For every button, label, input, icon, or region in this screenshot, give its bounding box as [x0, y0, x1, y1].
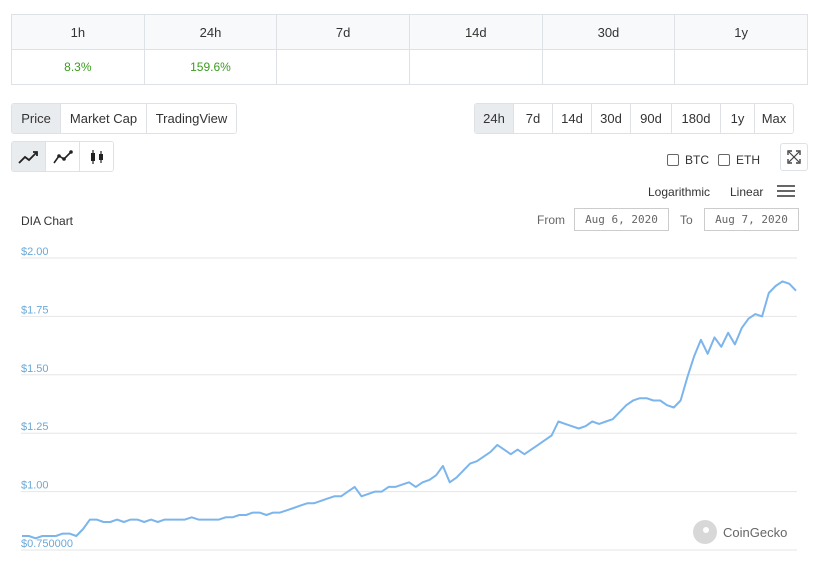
compare-eth-label: ETH [736, 153, 760, 167]
range-max-button[interactable]: Max [755, 104, 793, 133]
perf-header-24h: 24h [143, 14, 278, 50]
compare-btc-checkbox[interactable]: BTC [667, 153, 709, 167]
performance-header-row: 1h 24h 7d 14d 30d 1y [11, 14, 808, 50]
perf-value-14d [408, 49, 543, 85]
from-label: From [537, 213, 565, 227]
chart-type-selector [11, 141, 114, 172]
range-7d-button[interactable]: 7d [514, 104, 553, 133]
coingecko-logo-icon [693, 520, 717, 544]
tab-tradingview[interactable]: TradingView [147, 104, 236, 133]
compare-btc-label: BTC [685, 153, 709, 167]
perf-value-1h: 8.3% [11, 49, 145, 85]
perf-value-1y [674, 49, 808, 85]
perf-value-24h: 159.6% [143, 49, 278, 85]
linear-scale-button[interactable]: Linear [730, 185, 763, 199]
y-tick-label: $1.00 [21, 480, 49, 492]
performance-table: 1h 24h 7d 14d 30d 1y 8.3% 159.6% [11, 14, 808, 85]
logarithmic-scale-button[interactable]: Logarithmic [648, 185, 710, 199]
perf-header-1h: 1h [11, 14, 145, 50]
line-chart-icon[interactable] [12, 142, 46, 171]
price-chart: $2.00 $1.75 $1.50 $1.25 $1.00 $0.750000 [21, 246, 797, 551]
y-tick-label: $1.75 [21, 304, 49, 316]
range-30d-button[interactable]: 30d [592, 104, 631, 133]
compare-eth-checkbox[interactable]: ETH [718, 153, 760, 167]
y-tick-label: $0.750000 [21, 538, 73, 550]
perf-value-7d [276, 49, 410, 85]
perf-header-1y: 1y [674, 14, 808, 50]
perf-header-14d: 14d [408, 14, 543, 50]
range-90d-button[interactable]: 90d [631, 104, 672, 133]
perf-header-30d: 30d [541, 14, 676, 50]
checkbox-icon [718, 154, 730, 166]
tab-price[interactable]: Price [12, 104, 61, 133]
range-1y-button[interactable]: 1y [721, 104, 755, 133]
range-24h-button[interactable]: 24h [475, 104, 514, 133]
range-14d-button[interactable]: 14d [553, 104, 592, 133]
tab-market-cap[interactable]: Market Cap [61, 104, 147, 133]
price-series-line[interactable] [22, 280, 797, 540]
y-tick-label: $1.25 [21, 421, 49, 433]
coingecko-watermark: CoinGecko [693, 520, 787, 544]
line-markers-icon[interactable] [46, 142, 80, 171]
time-range-selector: 24h 7d 14d 30d 90d 180d 1y Max [474, 103, 794, 134]
candlestick-icon[interactable] [80, 142, 113, 171]
brand-label: CoinGecko [723, 524, 788, 540]
performance-value-row: 8.3% 159.6% [11, 49, 808, 85]
chart-title: DIA Chart [21, 214, 74, 228]
perf-value-30d [541, 49, 676, 85]
chart-tabs: Price Market Cap TradingView [11, 103, 237, 134]
y-tick-label: $2.00 [21, 246, 49, 258]
checkbox-icon [667, 154, 679, 166]
y-tick-label: $1.50 [21, 363, 49, 375]
fullscreen-icon[interactable] [780, 143, 808, 171]
range-180d-button[interactable]: 180d [672, 104, 721, 133]
hamburger-menu-icon[interactable] [777, 185, 795, 199]
from-date-input[interactable]: Aug 6, 2020 [574, 208, 669, 231]
to-label: To [680, 213, 693, 227]
to-date-input[interactable]: Aug 7, 2020 [704, 208, 799, 231]
perf-header-7d: 7d [276, 14, 410, 50]
